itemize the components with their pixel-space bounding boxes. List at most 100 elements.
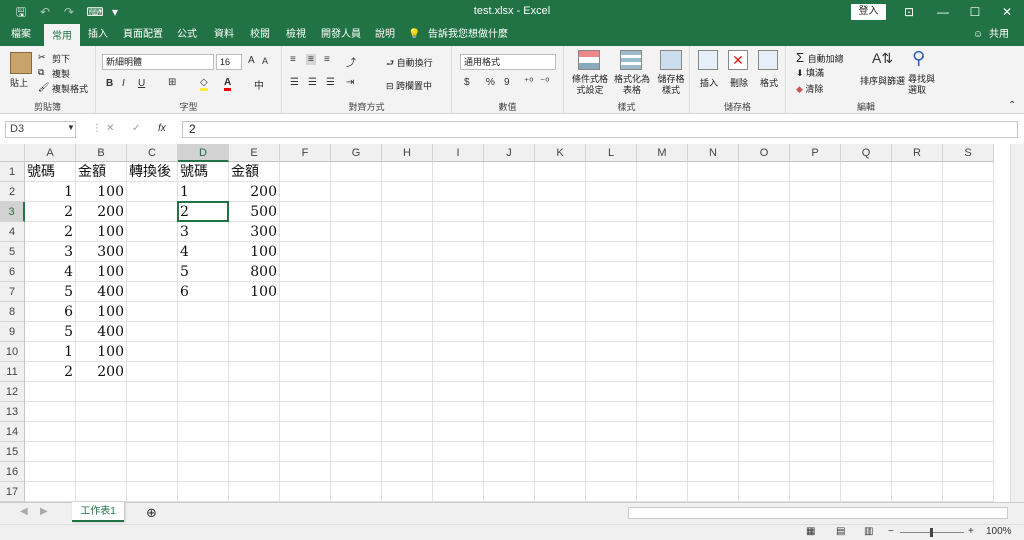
cell-s3[interactable] (943, 202, 994, 222)
cell-e9[interactable] (229, 322, 280, 342)
cell-c17[interactable] (127, 482, 178, 502)
row-header-2[interactable]: 2 (0, 182, 25, 202)
cell-n2[interactable] (688, 182, 739, 202)
cell-a4[interactable]: 2 (25, 222, 76, 242)
cell-p2[interactable] (790, 182, 841, 202)
cell-a9[interactable]: 5 (25, 322, 76, 342)
cell-s10[interactable] (943, 342, 994, 362)
cell-n11[interactable] (688, 362, 739, 382)
cell-s11[interactable] (943, 362, 994, 382)
cell-i10[interactable] (433, 342, 484, 362)
cell-d8[interactable] (178, 302, 229, 322)
cell-l4[interactable] (586, 222, 637, 242)
zoom-level[interactable]: 100% (986, 526, 1012, 537)
tell-me-search[interactable]: 告訴我您想做什麼 (428, 24, 508, 46)
cell-m2[interactable] (637, 182, 688, 202)
copy-button[interactable]: 複製 (52, 67, 70, 80)
cell-q8[interactable] (841, 302, 892, 322)
zoom-in-button[interactable]: + (968, 526, 974, 537)
insert-cells-icon[interactable] (698, 50, 718, 70)
cell-r2[interactable] (892, 182, 943, 202)
minimize-button[interactable]: — (926, 0, 960, 24)
cell-q11[interactable] (841, 362, 892, 382)
select-all-corner[interactable] (0, 144, 25, 162)
cell-l5[interactable] (586, 242, 637, 262)
cell-c1[interactable]: 轉換後 (127, 162, 178, 182)
column-header-j[interactable]: J (484, 144, 535, 162)
cell-d17[interactable] (178, 482, 229, 502)
font-name-select[interactable]: 新細明體 (102, 54, 214, 70)
tab-review[interactable]: 校閱 (244, 24, 276, 46)
collapse-ribbon-icon[interactable]: ⌃ (1008, 100, 1016, 111)
cell-b3[interactable]: 200 (76, 202, 127, 222)
cell-g17[interactable] (331, 482, 382, 502)
cell-p9[interactable] (790, 322, 841, 342)
cell-i11[interactable] (433, 362, 484, 382)
cell-c14[interactable] (127, 422, 178, 442)
cell-q10[interactable] (841, 342, 892, 362)
tab-home[interactable]: 常用 (44, 24, 80, 46)
share-button[interactable]: 共用 (986, 24, 1012, 46)
cell-d6[interactable]: 5 (178, 262, 229, 282)
cell-h11[interactable] (382, 362, 433, 382)
cell-k4[interactable] (535, 222, 586, 242)
cell-d7[interactable]: 6 (178, 282, 229, 302)
close-button[interactable]: ✕ (990, 0, 1024, 24)
cell-a6[interactable]: 4 (25, 262, 76, 282)
cell-a15[interactable] (25, 442, 76, 462)
cell-i17[interactable] (433, 482, 484, 502)
cell-k15[interactable] (535, 442, 586, 462)
cell-p15[interactable] (790, 442, 841, 462)
cell-r16[interactable] (892, 462, 943, 482)
row-header-9[interactable]: 9 (0, 322, 25, 342)
sort-filter-button[interactable]: 排序與篩選 (860, 74, 905, 87)
align-middle-icon[interactable]: ≡ (306, 54, 316, 65)
cell-n12[interactable] (688, 382, 739, 402)
cell-o17[interactable] (739, 482, 790, 502)
cell-s2[interactable] (943, 182, 994, 202)
cell-d16[interactable] (178, 462, 229, 482)
cell-c7[interactable] (127, 282, 178, 302)
cell-g1[interactable] (331, 162, 382, 182)
cell-n17[interactable] (688, 482, 739, 502)
cell-f2[interactable] (280, 182, 331, 202)
cell-f7[interactable] (280, 282, 331, 302)
cell-m15[interactable] (637, 442, 688, 462)
merge-center-button[interactable]: ⊟ 跨欄置中 (386, 79, 432, 92)
paste-button[interactable]: 貼上 (10, 76, 28, 89)
cell-l11[interactable] (586, 362, 637, 382)
bold-button[interactable]: B (106, 78, 113, 89)
cell-k2[interactable] (535, 182, 586, 202)
cell-a14[interactable] (25, 422, 76, 442)
cell-l2[interactable] (586, 182, 637, 202)
cell-n8[interactable] (688, 302, 739, 322)
cell-h7[interactable] (382, 282, 433, 302)
cell-g9[interactable] (331, 322, 382, 342)
cell-n3[interactable] (688, 202, 739, 222)
cell-m17[interactable] (637, 482, 688, 502)
column-header-p[interactable]: P (790, 144, 841, 162)
tab-help[interactable]: 說明 (370, 24, 400, 46)
tab-view[interactable]: 檢視 (280, 24, 312, 46)
delete-cells-button[interactable]: 刪除 (730, 76, 748, 89)
conditional-format-icon[interactable] (578, 50, 600, 70)
name-box-dropdown-icon[interactable]: ▼ (67, 123, 75, 132)
fill-color-icon[interactable]: ◇ (200, 77, 208, 91)
cell-q16[interactable] (841, 462, 892, 482)
tab-developer[interactable]: 開發人員 (318, 24, 364, 46)
cell-b7[interactable]: 400 (76, 282, 127, 302)
align-center-icon[interactable]: ☰ (308, 77, 317, 88)
sheet-tab[interactable]: 工作表1 (72, 502, 124, 522)
cell-h3[interactable] (382, 202, 433, 222)
cell-k1[interactable] (535, 162, 586, 182)
cell-j5[interactable] (484, 242, 535, 262)
cell-e15[interactable] (229, 442, 280, 462)
cell-h9[interactable] (382, 322, 433, 342)
cell-r6[interactable] (892, 262, 943, 282)
cell-h6[interactable] (382, 262, 433, 282)
cell-h16[interactable] (382, 462, 433, 482)
cell-o10[interactable] (739, 342, 790, 362)
cell-q6[interactable] (841, 262, 892, 282)
cell-i5[interactable] (433, 242, 484, 262)
cell-j9[interactable] (484, 322, 535, 342)
